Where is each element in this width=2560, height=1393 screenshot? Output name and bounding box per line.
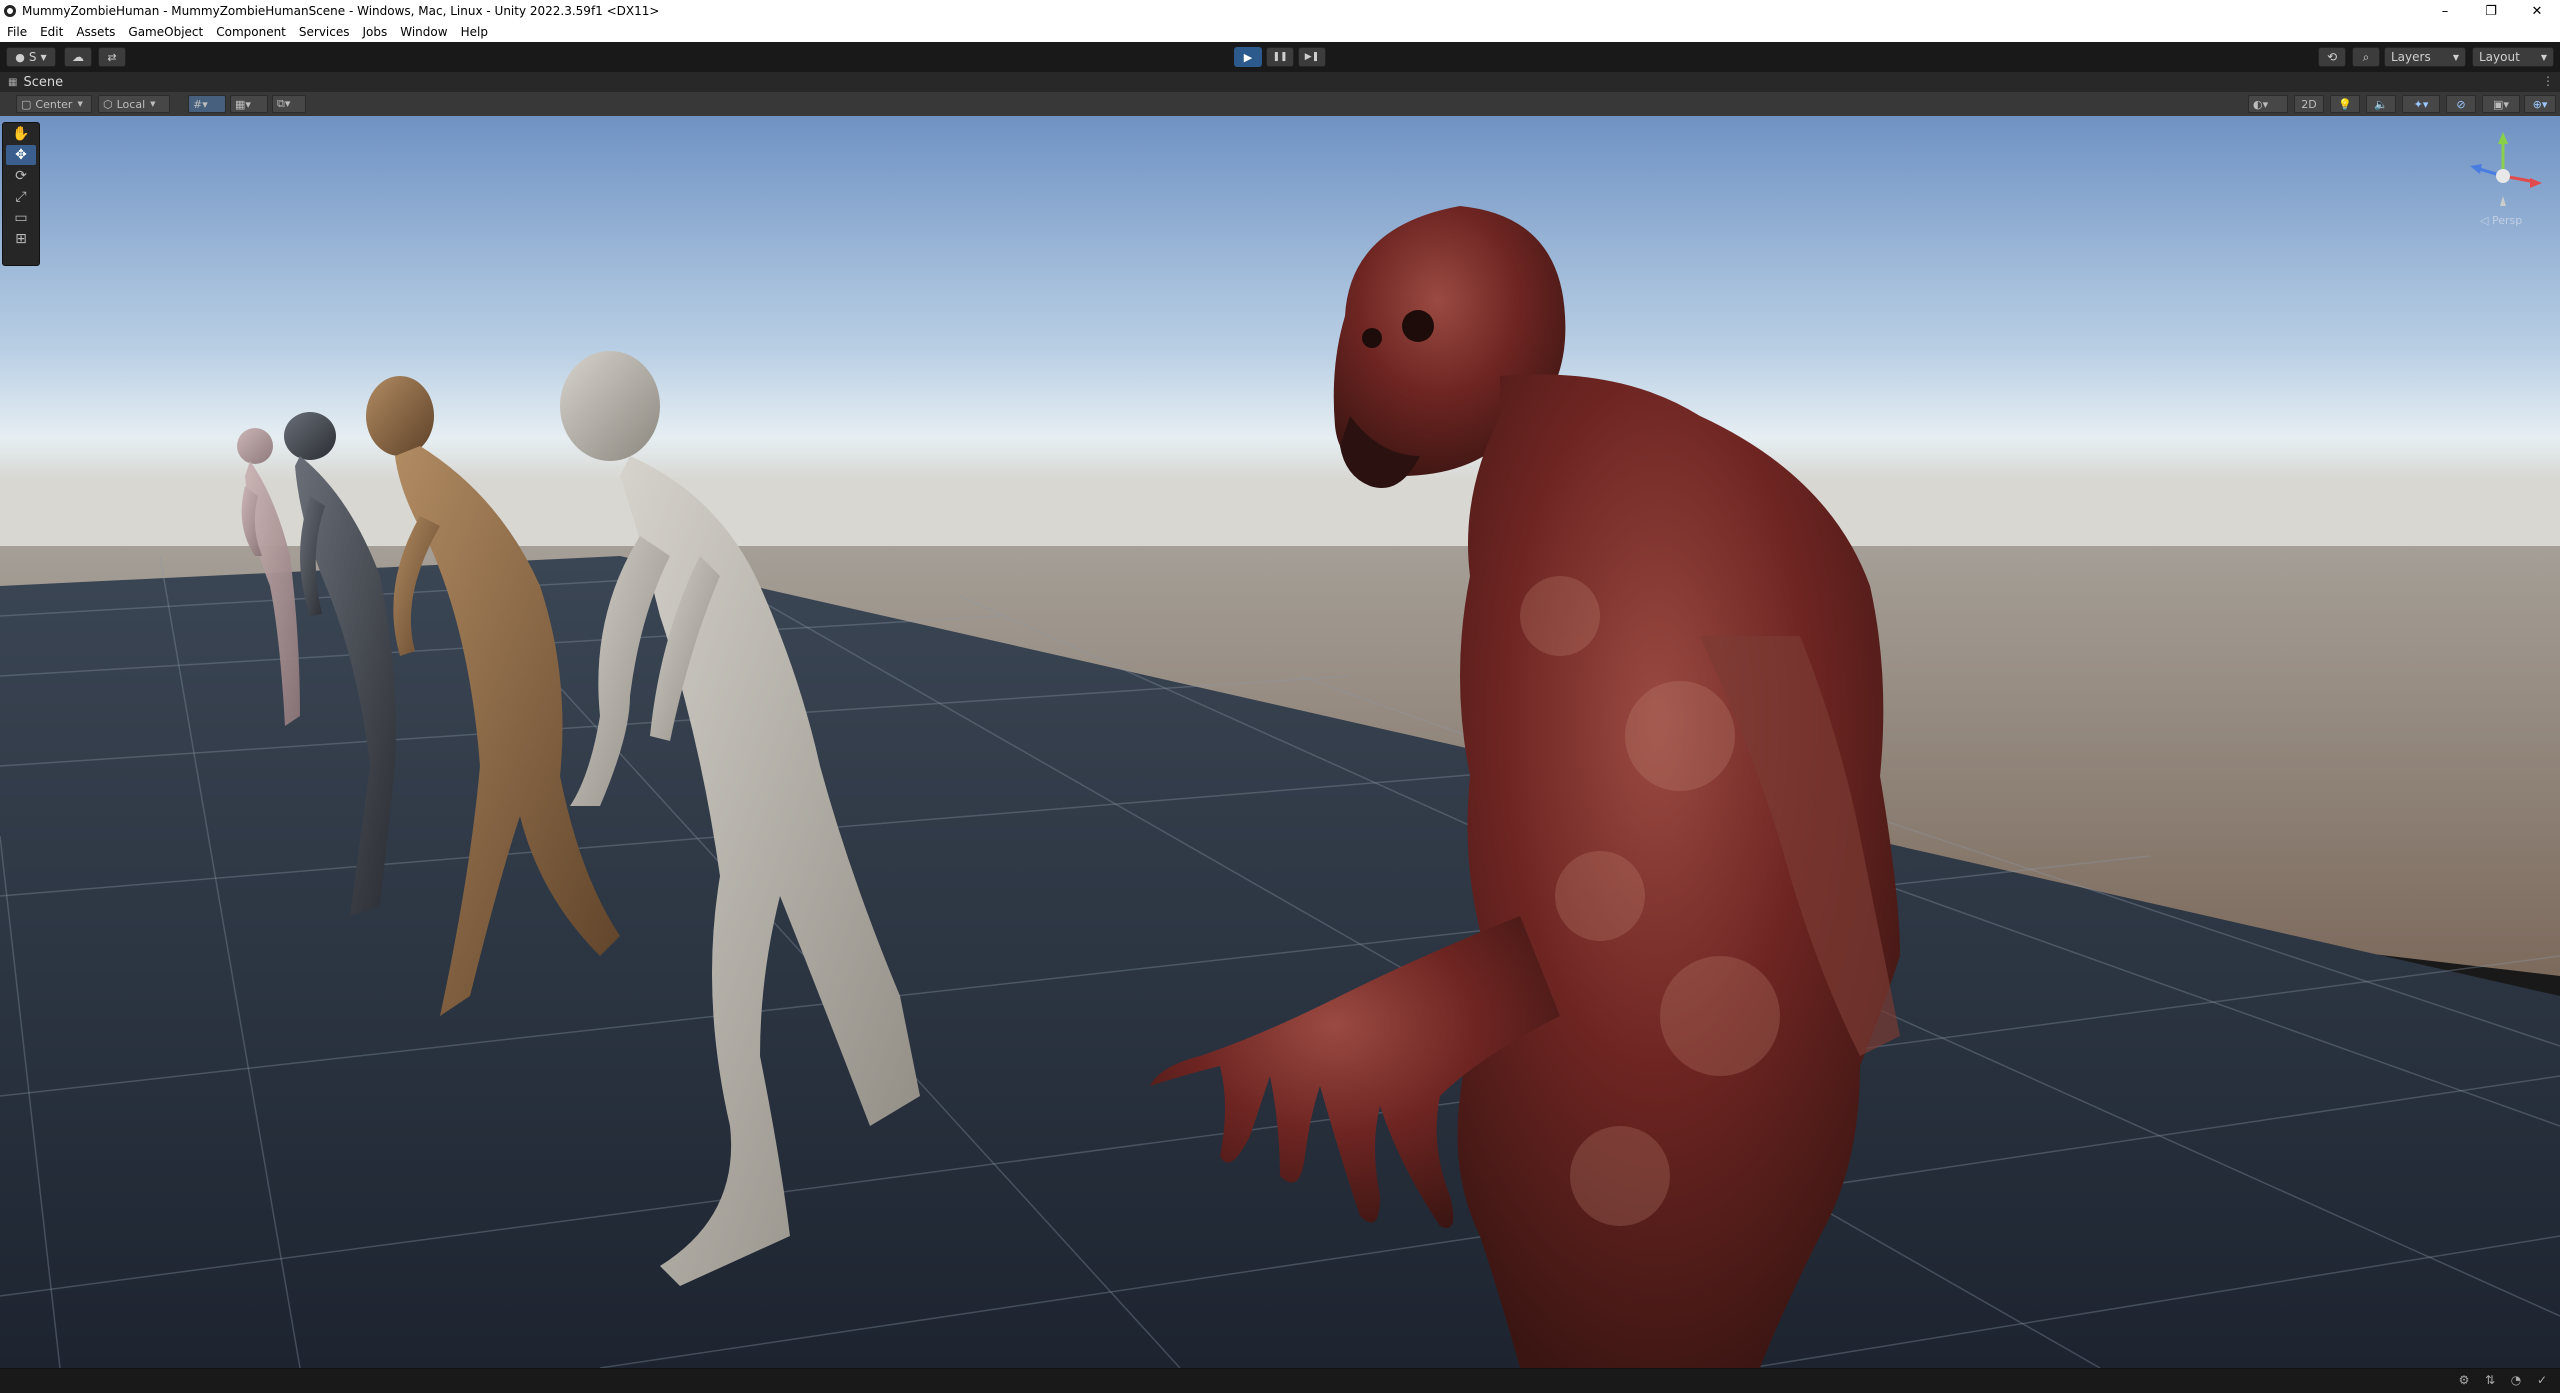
menu-help[interactable]: Help: [454, 25, 494, 39]
step-icon: ▶❚: [1304, 52, 1320, 62]
notifications-icon[interactable]: ✓: [2534, 1373, 2550, 1389]
play-icon: ▶: [1243, 50, 1253, 64]
scene-tab-bar: ▦ Scene ⋮: [0, 72, 2560, 92]
hidden-objects-toggle[interactable]: ⊘: [2446, 95, 2476, 113]
eye-slash-icon: ⊘: [2456, 97, 2466, 111]
hand-icon: ✋: [12, 126, 30, 142]
hand-tool-button[interactable]: ✋: [6, 124, 36, 144]
lighting-toggle[interactable]: 💡: [2330, 95, 2360, 113]
space-label: Local: [116, 97, 146, 111]
layers-label: Layers: [2391, 50, 2431, 64]
maximize-button[interactable]: ❐: [2468, 0, 2514, 22]
menu-gameobject[interactable]: GameObject: [121, 25, 209, 39]
grid-snap-dropdown[interactable]: #▾: [188, 95, 226, 113]
history-icon: ⟲: [2326, 50, 2338, 64]
layers-dropdown[interactable]: Layers ▼: [2384, 47, 2466, 67]
account-icon: ●: [15, 50, 25, 64]
scale-icon: ⤢: [15, 189, 27, 205]
camera-icon: ▣▾: [2493, 97, 2509, 111]
cloud-button[interactable]: ☁: [64, 47, 92, 67]
window-title-bar: MummyZombieHuman - MummyZombieHumanScene…: [0, 0, 2560, 22]
cloud-icon: ☁: [72, 50, 84, 64]
move-tool-button[interactable]: ✥: [6, 145, 36, 165]
local-space-icon: ⬡: [103, 97, 113, 111]
chevron-down-icon: ▼: [40, 52, 47, 62]
pivot-icon: ▢: [21, 97, 32, 111]
rotate-icon: ⟳: [15, 168, 27, 184]
increment-snap-dropdown[interactable]: ⧉▾: [272, 95, 306, 113]
bug-icon[interactable]: ⚙: [2456, 1373, 2472, 1389]
rect-icon: ▭: [14, 210, 28, 226]
main-toolbar: ● S ▼ ☁ ⇄ ▶ ❚❚ ▶❚ ⟲ ⌕ Layers ▼ Layout ▼: [0, 42, 2560, 73]
tab-scene-label: Scene: [23, 74, 64, 90]
menu-services[interactable]: Services: [292, 25, 356, 39]
projection-label[interactable]: ◁ Persp: [2480, 214, 2522, 227]
rect-tool-button[interactable]: ▭: [6, 208, 36, 228]
close-button[interactable]: ✕: [2514, 0, 2560, 22]
scene-toolbar: ▢ Center ▼ ⬡ Local ▼ #▾ ▦▾ ⧉▾ ◐▾ 2D 💡 🔈 …: [0, 92, 2560, 117]
move-icon: ✥: [15, 147, 27, 163]
tab-menu-icon[interactable]: ⋮: [2542, 74, 2554, 88]
window-title: MummyZombieHuman - MummyZombieHumanScene…: [22, 4, 660, 18]
light-bulb-icon: 💡: [2338, 97, 2352, 111]
pause-button[interactable]: ❚❚: [1266, 47, 1294, 67]
transform-icon: ⊞: [15, 231, 27, 247]
gizmos-icon: ⊕▾: [2532, 97, 2548, 111]
menu-file[interactable]: File: [0, 25, 33, 39]
pause-icon: ❚❚: [1272, 52, 1288, 62]
menu-assets[interactable]: Assets: [69, 25, 121, 39]
menu-component[interactable]: Component: [209, 25, 292, 39]
camera-settings-dropdown[interactable]: ▣▾: [2482, 95, 2520, 113]
scene-render: [0, 116, 2560, 1368]
grid-icon: ▦▾: [235, 97, 251, 111]
grid-visibility-dropdown[interactable]: ▦▾: [230, 95, 268, 113]
menu-window[interactable]: Window: [393, 25, 453, 39]
status-bar: ⚙ ⇅ ◔ ✓: [0, 1368, 2560, 1393]
scene-icon: ▦: [8, 76, 18, 88]
tab-scene[interactable]: ▦ Scene: [0, 72, 63, 92]
chevron-down-icon: ▼: [2540, 52, 2547, 62]
toggle-2d-button[interactable]: 2D: [2294, 95, 2324, 113]
effects-icon: ✦▾: [2413, 97, 2429, 111]
chevron-down-icon: ▼: [2452, 52, 2459, 62]
step-button[interactable]: ▶❚: [1298, 47, 1326, 67]
draw-mode-dropdown[interactable]: ◐▾: [2248, 95, 2288, 113]
layout-dropdown[interactable]: Layout ▼: [2472, 47, 2554, 67]
audio-toggle[interactable]: 🔈: [2366, 95, 2396, 113]
pivot-dropdown[interactable]: ▢ Center ▼: [16, 95, 92, 113]
play-button[interactable]: ▶: [1234, 47, 1262, 67]
gizmos-dropdown[interactable]: ⊕▾: [2524, 95, 2556, 113]
toggle-2d-label: 2D: [2301, 97, 2317, 111]
menu-bar: File Edit Assets GameObject Component Se…: [0, 22, 2560, 42]
scene-tools-palette: ✋ ✥ ⟳ ⤢ ▭ ⊞: [2, 122, 40, 266]
version-control-icon: ⇄: [107, 50, 117, 64]
progress-icon[interactable]: ◔: [2508, 1373, 2524, 1389]
menu-jobs[interactable]: Jobs: [356, 25, 394, 39]
menu-edit[interactable]: Edit: [33, 25, 69, 39]
account-label: S: [28, 50, 37, 64]
collab-button[interactable]: ⇄: [98, 47, 126, 67]
minimize-button[interactable]: –: [2422, 0, 2468, 22]
undo-history-button[interactable]: ⟲: [2318, 47, 2346, 67]
search-button[interactable]: ⌕: [2352, 47, 2380, 67]
chevron-down-icon: ▼: [150, 100, 156, 108]
rotate-tool-button[interactable]: ⟳: [6, 166, 36, 186]
scene-viewport[interactable]: ✋ ✥ ⟳ ⤢ ▭ ⊞ ◁ Persp: [0, 116, 2560, 1368]
space-dropdown[interactable]: ⬡ Local ▼: [98, 95, 170, 113]
unity-logo-icon: [4, 5, 16, 17]
chevron-down-icon: ▼: [77, 100, 83, 108]
audio-icon: 🔈: [2374, 97, 2388, 111]
pivot-label: Center: [35, 97, 73, 111]
scale-tool-button[interactable]: ⤢: [6, 187, 36, 207]
layout-label: Layout: [2479, 50, 2520, 64]
effects-dropdown[interactable]: ✦▾: [2402, 95, 2440, 113]
shading-mode-icon: ◐▾: [2253, 97, 2269, 111]
network-icon[interactable]: ⇅: [2482, 1373, 2498, 1389]
account-dropdown[interactable]: ● S ▼: [6, 47, 56, 67]
search-icon: ⌕: [2362, 49, 2370, 64]
grid-snap-icon: #▾: [193, 97, 208, 111]
transform-tool-button[interactable]: ⊞: [6, 229, 36, 249]
snap-increment-icon: ⧉▾: [277, 97, 291, 110]
